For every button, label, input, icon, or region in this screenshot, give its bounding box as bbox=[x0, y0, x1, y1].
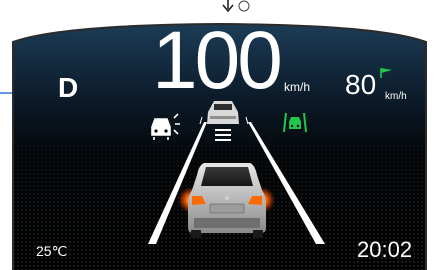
own-vehicle-icon bbox=[188, 163, 266, 238]
set-speed-value: 80 bbox=[345, 69, 377, 100]
gear-indicator: D bbox=[58, 72, 79, 103]
set-speed-unit: km/h bbox=[385, 91, 407, 102]
speedometer-value: 100 bbox=[152, 15, 283, 106]
speed-unit: km/h bbox=[284, 80, 311, 94]
outside-temperature: 25℃ bbox=[36, 243, 68, 259]
clock: 20:02 bbox=[357, 237, 413, 262]
gap-bars-icon bbox=[215, 129, 231, 141]
